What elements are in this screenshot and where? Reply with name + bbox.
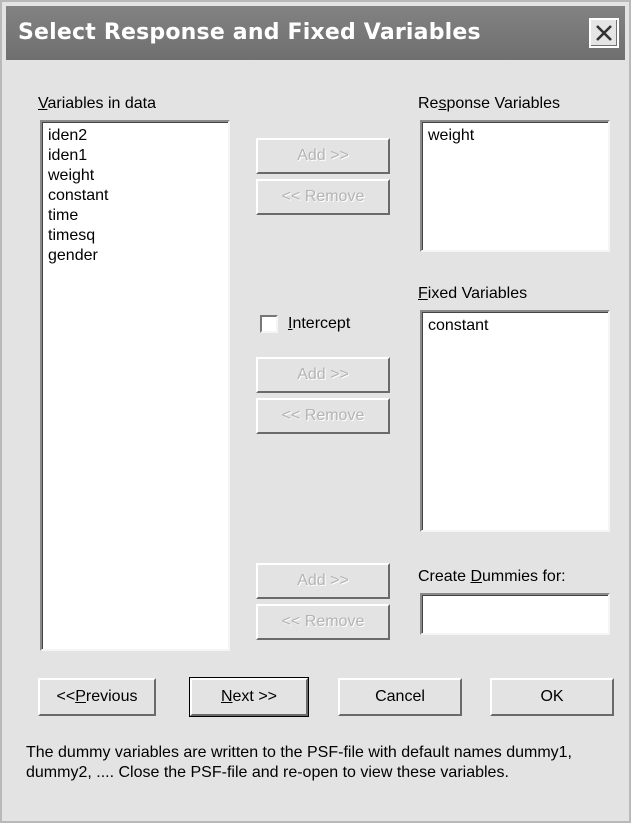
- dialog-window: Select Response and Fixed Variables Vari…: [0, 0, 631, 823]
- previous-button[interactable]: << Previous: [38, 678, 156, 716]
- fixed-list-item[interactable]: constant: [422, 316, 608, 336]
- intercept-label[interactable]: Intercept: [288, 315, 350, 333]
- variables-in-data-label: Variables in data: [38, 95, 156, 112]
- intercept-checkbox[interactable]: [260, 315, 278, 333]
- cancel-button[interactable]: Cancel: [338, 678, 462, 716]
- variable-list-item[interactable]: constant: [42, 186, 228, 206]
- variable-list-item[interactable]: iden2: [42, 126, 228, 146]
- response-list-item[interactable]: weight: [422, 126, 608, 146]
- variable-list-item[interactable]: timesq: [42, 226, 228, 246]
- window-title: Select Response and Fixed Variables: [18, 20, 481, 45]
- variables-listbox[interactable]: iden2 iden1 weight constant time timesq gender: [40, 120, 230, 651]
- fixed-variables-listbox[interactable]: constant: [420, 310, 610, 532]
- response-add-button[interactable]: Add >>: [256, 138, 390, 174]
- info-note: The dummy variables are written to the P…: [26, 744, 572, 781]
- close-button[interactable]: [589, 18, 619, 48]
- dummies-remove-button[interactable]: << Remove: [256, 604, 390, 640]
- response-variables-label: Response Variables: [418, 95, 561, 112]
- variable-list-item[interactable]: weight: [42, 166, 228, 186]
- fixed-variables-label: Fixed Variables: [418, 285, 528, 302]
- variable-list-item[interactable]: time: [42, 206, 228, 226]
- response-remove-button[interactable]: << Remove: [256, 179, 390, 215]
- close-icon: [596, 25, 612, 41]
- variable-list-item[interactable]: gender: [42, 246, 228, 266]
- create-dummies-listbox[interactable]: [420, 593, 610, 635]
- ok-button[interactable]: OK: [490, 678, 614, 716]
- dummies-add-button[interactable]: Add >>: [256, 563, 390, 599]
- next-button[interactable]: Next >>: [189, 677, 309, 717]
- create-dummies-label: Create Dummies for:: [418, 568, 566, 585]
- fixed-add-button[interactable]: Add >>: [256, 357, 390, 393]
- fixed-remove-button[interactable]: << Remove: [256, 398, 390, 434]
- title-bar[interactable]: Select Response and Fixed Variables: [6, 6, 625, 60]
- response-variables-listbox[interactable]: weight: [420, 120, 610, 252]
- variable-list-item[interactable]: iden1: [42, 146, 228, 166]
